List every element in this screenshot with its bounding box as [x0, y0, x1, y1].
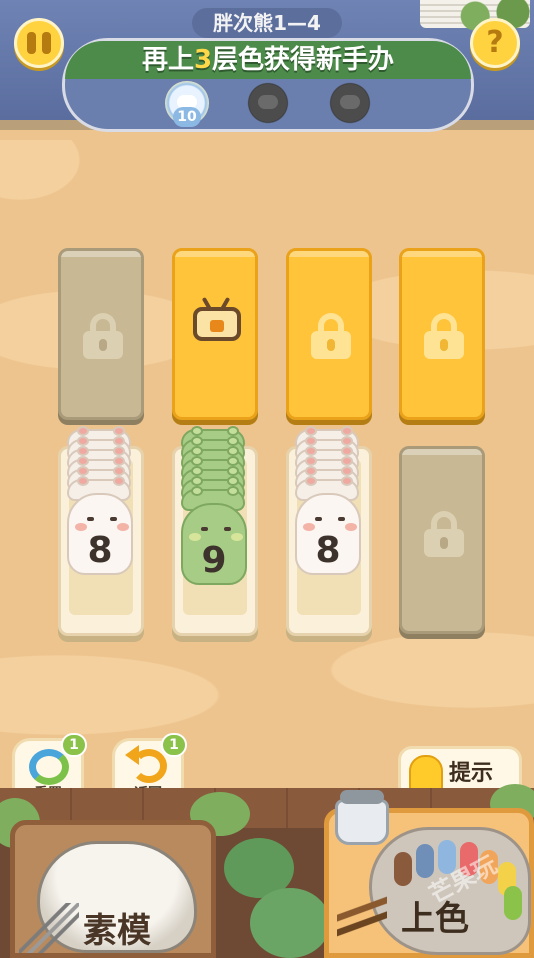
locked-tray[interactable] — [58, 248, 144, 420]
bear-figure-top: 8 — [67, 493, 133, 575]
pause-icon — [27, 32, 36, 54]
bear-figure-top: 9 — [181, 503, 247, 585]
chisel-icon — [19, 903, 79, 953]
reward-figure-locked[interactable] — [328, 81, 372, 125]
goal-banner: 再上3层色获得新手办 10 — [62, 38, 474, 132]
undo-count-badge: 1 — [161, 733, 187, 757]
stack-count: 9 — [201, 540, 227, 581]
goal-text: 再上3层色获得新手办 — [141, 45, 395, 75]
lock-icon — [83, 313, 123, 359]
reward-figure-unlocked[interactable]: 10 — [165, 81, 209, 127]
bear-icon — [340, 95, 360, 109]
paintbrush-icon — [337, 875, 387, 955]
locked-tray[interactable] — [399, 446, 485, 634]
lock-icon — [424, 313, 464, 359]
reward-figure-locked[interactable] — [246, 81, 290, 125]
help-button[interactable]: ? — [470, 18, 520, 68]
figure-stack-tray[interactable]: 8 — [58, 426, 144, 636]
video-unlock-tray[interactable] — [172, 248, 258, 420]
paint-jar-icon — [335, 790, 389, 845]
reset-icon — [29, 749, 69, 785]
locked-tray[interactable] — [399, 248, 485, 420]
figure-stack-tray[interactable]: 9 — [172, 426, 258, 636]
stack-count: 8 — [315, 530, 341, 571]
level-title: 胖次熊1—4 — [192, 8, 342, 38]
question-icon: ? — [486, 25, 504, 60]
bear-icon — [258, 95, 278, 109]
play-icon — [210, 320, 224, 332]
goal-number: 3 — [193, 45, 213, 75]
stack-count: 8 — [87, 530, 113, 571]
figure-stack-tray[interactable]: 8 — [286, 426, 372, 636]
blank-mold-button[interactable]: 素模 — [10, 820, 216, 958]
locked-tray[interactable] — [286, 248, 372, 420]
bear-figure-top: 8 — [295, 493, 361, 575]
hint-label: 提示 — [449, 761, 494, 786]
blank-mold-label: 素模 — [83, 911, 151, 951]
pause-button[interactable] — [14, 18, 64, 68]
lock-icon — [424, 511, 464, 557]
tv-video-icon — [193, 296, 241, 341]
reset-count-badge: 1 — [61, 733, 87, 757]
plant-decoration — [250, 888, 330, 958]
lock-icon — [311, 313, 351, 359]
reward-count: 10 — [173, 107, 201, 127]
